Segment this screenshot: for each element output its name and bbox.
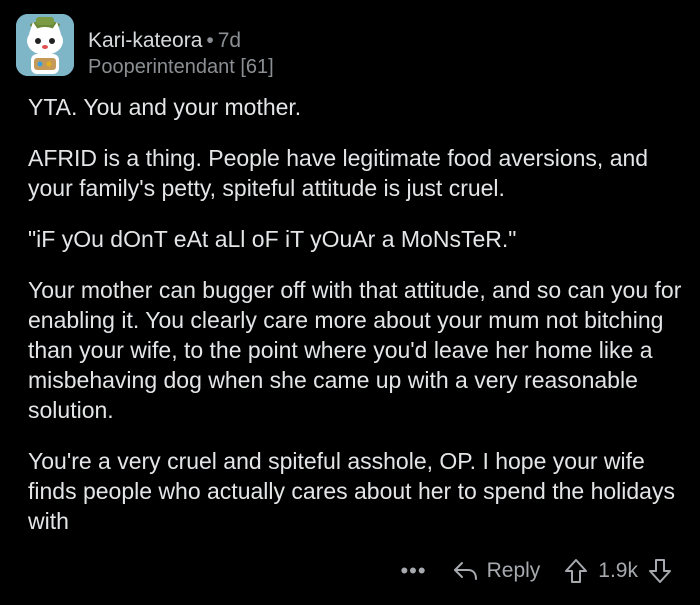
username-link[interactable]: Kari-kateora (88, 29, 202, 52)
comment-meta: Kari-kateora • 7d Pooperintendant [61] (88, 28, 274, 80)
comment-paragraph: Your mother can bugger off with that att… (28, 277, 682, 423)
meta-separator: • (206, 29, 214, 52)
avatar-cat-icon (16, 14, 74, 76)
comment-paragraph: You're a very cruel and spiteful asshole… (28, 448, 675, 534)
user-flair: Pooperintendant [61] (88, 56, 274, 78)
downvote-arrow-icon[interactable] (648, 558, 672, 584)
comment-age: 7d (217, 29, 242, 52)
avatar[interactable] (16, 14, 74, 76)
comment: Kari-kateora • 7d Pooperintendant [61] YTA… (0, 0, 700, 605)
more-options-icon[interactable]: ••• (400, 558, 426, 584)
reply-arrow-icon (453, 562, 477, 580)
reply-label: Reply (486, 559, 541, 582)
comment-paragraph: AFRID is a thing. People have legitimate… (28, 145, 649, 201)
comment-paragraph: "iF yOu dOnT eAt aLl oF iT yOuAr a MoNsT… (28, 226, 517, 252)
vote-controls: 1.9k (564, 558, 672, 584)
comment-body: YTA. You and your mother. AFRID is a thi… (28, 92, 688, 557)
comment-header: Kari-kateora • 7d Pooperintendant [61] (16, 14, 274, 80)
upvote-arrow-icon[interactable] (564, 558, 588, 584)
vote-score: 1.9k (598, 559, 638, 582)
comment-paragraph: YTA. You and your mother. (28, 94, 302, 120)
reply-button[interactable]: Reply (453, 559, 541, 583)
comment-actions: ••• Reply 1.9k (400, 558, 672, 584)
meta-top-line: Kari-kateora • 7d (88, 28, 274, 54)
